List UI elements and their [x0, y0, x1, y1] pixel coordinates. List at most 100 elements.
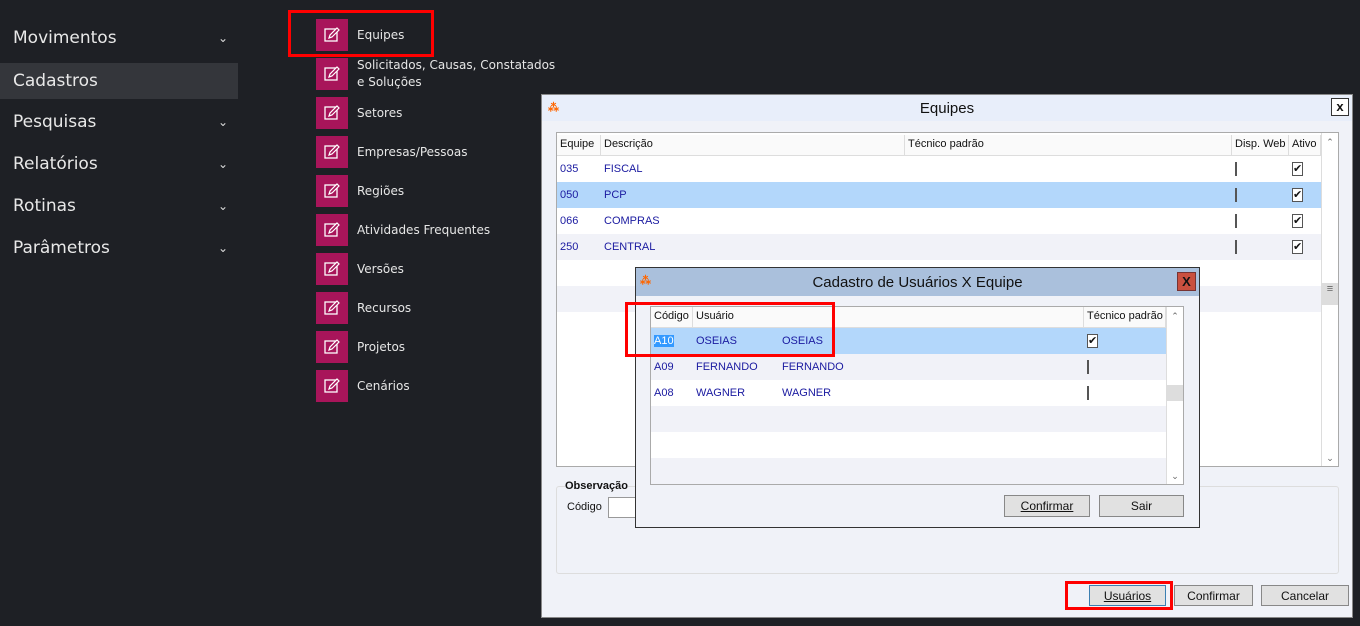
submenu-label: Cenários — [357, 378, 410, 393]
app-icon: ⁂ — [640, 275, 651, 287]
col-tecnico-padrao[interactable]: Técnico padrão — [1084, 307, 1166, 327]
submenu-item[interactable]: Regiões — [316, 175, 557, 207]
cancelar-button[interactable]: Cancelar — [1261, 585, 1349, 606]
col-descricao[interactable]: Descrição — [601, 135, 905, 155]
checkbox[interactable] — [1235, 240, 1237, 254]
cell-usuario: FERNANDO — [696, 361, 758, 373]
observacao-label: Observação — [565, 480, 628, 492]
label: Cadastros — [13, 71, 98, 91]
cell-codigo[interactable]: A08 — [651, 387, 693, 399]
checkbox[interactable] — [1235, 214, 1237, 228]
submenu-item[interactable]: Empresas/Pessoas — [316, 136, 557, 168]
table-row[interactable] — [651, 458, 1167, 484]
highlight-box — [288, 10, 434, 57]
label: Rotinas — [13, 196, 76, 216]
chevron-down-icon: ⌄ — [217, 115, 229, 129]
edit-icon — [316, 214, 348, 246]
cell-nome: WAGNER — [782, 387, 832, 399]
window-title: Equipes — [919, 99, 975, 117]
scrollbar[interactable]: ⌃ ≡ ⌄ — [1321, 133, 1338, 466]
close-button[interactable]: X — [1177, 272, 1196, 291]
checkbox[interactable] — [1087, 360, 1089, 374]
edit-icon — [316, 175, 348, 207]
cell-codigo[interactable]: A09 — [651, 361, 693, 373]
cell-nome: FERNANDO — [782, 361, 844, 373]
checkbox[interactable]: ✔ — [1292, 162, 1304, 176]
submenu-label: Solicitados, Causas, Constatados e Soluç… — [357, 58, 556, 89]
cell-equipe: 250 — [560, 241, 579, 253]
submenu-item[interactable]: Solicitados, Causas, Constatados e Soluç… — [316, 58, 557, 90]
title-bar: ⁂ Cadastro de Usuários X Equipe X — [636, 268, 1199, 296]
table-row[interactable]: 066 COMPRAS ✔ — [557, 208, 1321, 234]
submenu-label: Versões — [357, 261, 404, 276]
sidebar-item-rotinas[interactable]: Rotinas ⌄ — [0, 188, 238, 224]
col-tecnico[interactable]: Técnico padrão — [905, 135, 1232, 155]
cell-descricao: FISCAL — [604, 163, 643, 175]
sidebar-item-movimentos[interactable]: Movimentos ⌄ — [0, 20, 238, 56]
submenu-item[interactable]: Versões — [316, 253, 557, 285]
cell-equipe: 035 — [560, 163, 579, 175]
submenu-label: Recursos — [357, 300, 412, 315]
cell-usuario: WAGNER — [696, 387, 746, 399]
table-row[interactable]: 035 FISCAL ✔ — [557, 156, 1321, 182]
dialog-title: Cadastro de Usuários X Equipe — [812, 273, 1023, 291]
label: Parâmetros — [13, 238, 110, 258]
cell-descricao: CENTRAL — [604, 241, 656, 253]
col-equipe[interactable]: Equipe — [557, 135, 601, 155]
submenu-label: Regiões — [357, 183, 405, 198]
chevron-down-icon: ⌄ — [217, 199, 229, 213]
sidebar-item-relatorios[interactable]: Relatórios ⌄ — [0, 146, 238, 182]
confirmar-button[interactable]: Confirmar — [1174, 585, 1253, 606]
edit-icon — [316, 370, 348, 402]
edit-icon — [316, 58, 348, 90]
cell-descricao: COMPRAS — [604, 215, 660, 227]
label: Pesquisas — [13, 112, 97, 132]
app-icon: ⁂ — [548, 102, 559, 114]
scrollbar[interactable]: ⌃ ⌄ — [1166, 307, 1183, 484]
checkbox[interactable] — [1235, 188, 1237, 202]
sidebar-item-pesquisas[interactable]: Pesquisas ⌄ — [0, 104, 238, 140]
cell-descricao: PCP — [604, 189, 627, 201]
submenu-label: Setores — [357, 105, 403, 120]
highlight-box — [625, 302, 835, 357]
sair-button[interactable]: Sair — [1099, 495, 1184, 517]
submenu-item[interactable]: Recursos — [316, 292, 557, 324]
close-button[interactable]: x — [1331, 98, 1349, 116]
checkbox[interactable]: ✔ — [1292, 240, 1304, 254]
title-bar: ⁂ Equipes x — [542, 95, 1352, 121]
edit-icon — [316, 136, 348, 168]
edit-icon — [316, 97, 348, 129]
table-row[interactable] — [651, 432, 1167, 458]
checkbox[interactable] — [1087, 386, 1089, 400]
checkbox[interactable]: ✔ — [1292, 214, 1304, 228]
sidebar-item-cadastros[interactable]: Cadastros — [0, 63, 238, 99]
label: Movimentos — [13, 28, 117, 48]
submenu-label: Projetos — [357, 339, 406, 354]
checkbox[interactable]: ✔ — [1087, 334, 1099, 348]
edit-icon — [316, 292, 348, 324]
col-ativo[interactable]: Ativo — [1289, 135, 1321, 155]
checkbox[interactable]: ✔ — [1292, 188, 1304, 202]
label: Relatórios — [13, 154, 98, 174]
cell-equipe: 050 — [560, 189, 579, 201]
submenu-item[interactable]: Setores — [316, 97, 557, 129]
table-row[interactable] — [651, 406, 1167, 432]
table-row[interactable]: A08 WAGNER WAGNER — [651, 380, 1167, 406]
submenu-label: Empresas/Pessoas — [357, 144, 468, 159]
submenu-label: Atividades Frequentes — [357, 222, 491, 237]
table-row[interactable]: A09 FERNANDO FERNANDO — [651, 354, 1167, 380]
chevron-down-icon: ⌄ — [217, 157, 229, 171]
checkbox[interactable] — [1235, 162, 1237, 176]
edit-icon — [316, 331, 348, 363]
chevron-down-icon: ⌄ — [217, 241, 229, 255]
submenu-item[interactable]: Atividades Frequentes — [316, 214, 557, 246]
confirmar-button[interactable]: Confirmar — [1004, 495, 1090, 517]
highlight-box — [1065, 581, 1173, 610]
submenu-item[interactable]: Projetos — [316, 331, 557, 363]
table-row[interactable]: 050 PCP ✔ — [557, 182, 1321, 208]
cell-equipe: 066 — [560, 215, 579, 227]
submenu-item[interactable]: Cenários — [316, 370, 557, 402]
sidebar-item-parametros[interactable]: Parâmetros ⌄ — [0, 230, 238, 266]
table-row[interactable]: 250 CENTRAL ✔ — [557, 234, 1321, 260]
col-disp-web[interactable]: Disp. Web — [1232, 135, 1289, 155]
